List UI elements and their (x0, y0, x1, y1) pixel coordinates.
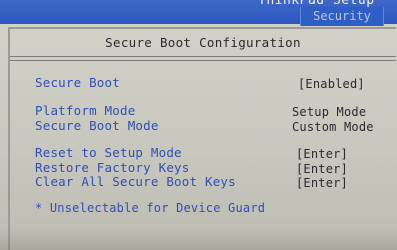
restore-factory-keys-item[interactable]: Restore Factory Keys (35, 160, 190, 175)
bios-screen: ThinkPad Setup Security Secure Boot Conf… (0, 0, 397, 250)
clear-secure-boot-keys-enter[interactable]: [Enter] (296, 176, 348, 190)
restore-factory-keys-enter[interactable]: [Enter] (296, 162, 348, 176)
secure-boot-item[interactable]: Secure Boot (35, 75, 120, 90)
platform-mode-value: Setup Mode (292, 105, 367, 119)
secure-boot-mode-label: Secure Boot Mode (35, 118, 159, 133)
title-bar: ThinkPad Setup Security (0, 0, 397, 26)
secure-boot-mode-value: Custom Mode (292, 120, 374, 134)
page-title: Secure Boot Configuration (105, 35, 301, 50)
secure-boot-value[interactable]: [Enabled] (298, 77, 365, 91)
device-guard-footnote: * Unselectable for Device Guard (35, 201, 266, 215)
screen-shadow (0, 228, 397, 250)
tab-security[interactable]: Security (300, 7, 384, 26)
platform-mode-label: Platform Mode (35, 103, 136, 118)
title-divider (10, 56, 396, 61)
reset-to-setup-mode-item[interactable]: Reset to Setup Mode (35, 145, 182, 160)
reset-to-setup-mode-enter[interactable]: [Enter] (296, 147, 348, 161)
clear-secure-boot-keys-item[interactable]: Clear All Secure Boot Keys (35, 174, 236, 189)
